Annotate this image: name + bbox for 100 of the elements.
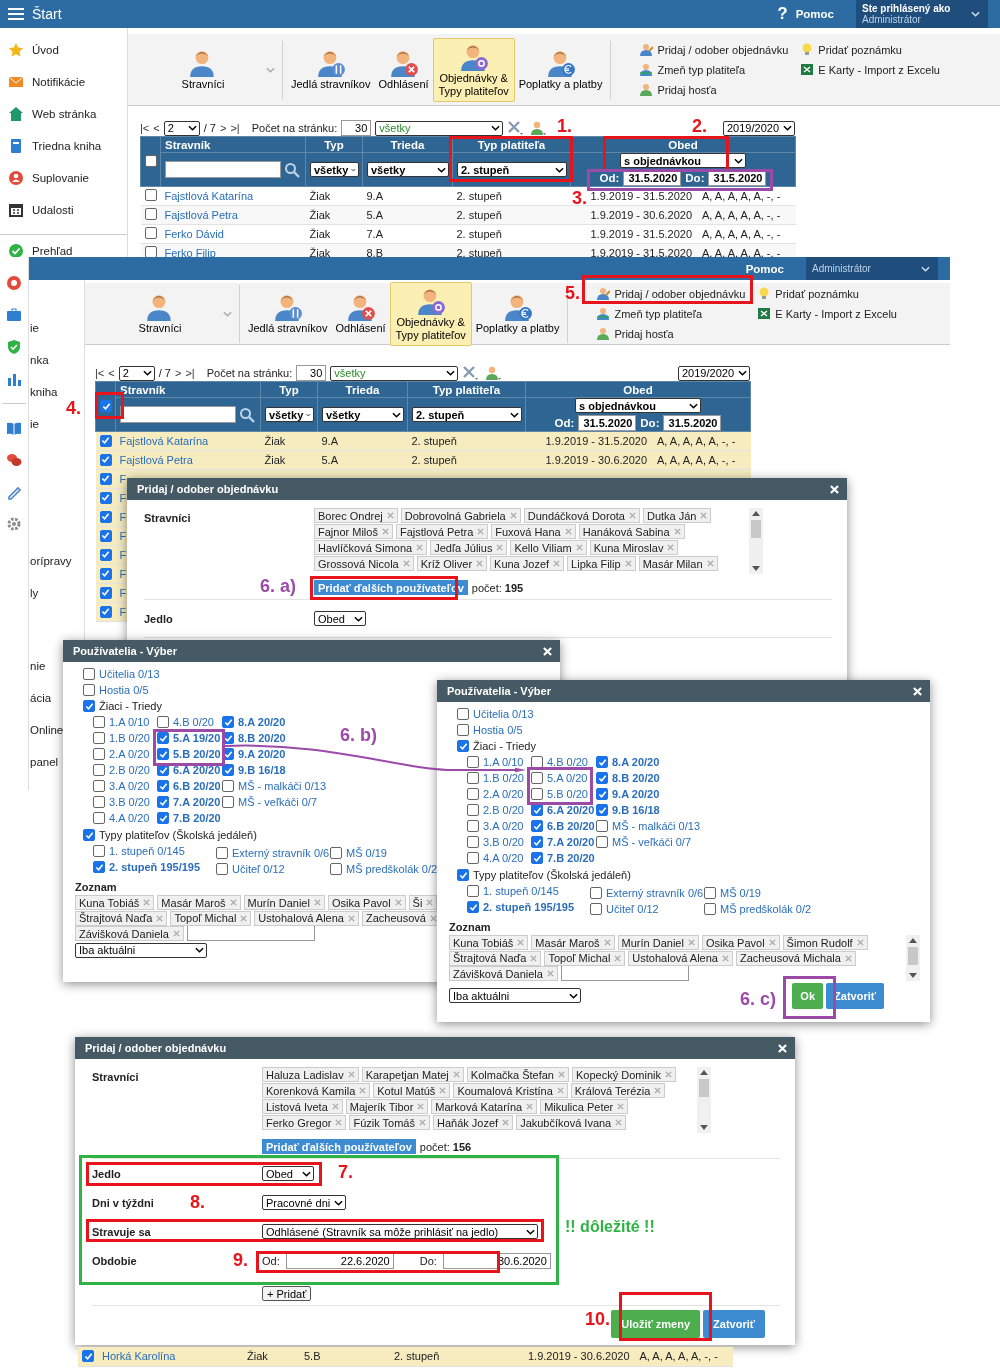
checkbox[interactable]	[531, 852, 543, 864]
first-page-link[interactable]: |<	[140, 122, 150, 134]
checkbox[interactable]	[144, 227, 157, 239]
action-link[interactable]: E Karty - Import z Excelu	[757, 305, 897, 322]
toolbar-button[interactable]: Objednávky & Typy platiteľov	[389, 281, 472, 346]
checkbox[interactable]	[704, 903, 716, 915]
user-tag[interactable]: Karapetjan Matej	[361, 1067, 464, 1082]
input-field[interactable]	[186, 926, 315, 942]
user-tag[interactable]: Haňák Jozef	[432, 1115, 514, 1130]
toolbar-button[interactable]: Stravníci	[140, 44, 266, 95]
bar-chart-icon[interactable]	[6, 371, 22, 387]
previous-page-link[interactable]: <	[108, 367, 115, 379]
checkbox[interactable]	[93, 780, 105, 792]
checkbox[interactable]	[596, 788, 608, 800]
person-icon[interactable]	[484, 365, 503, 381]
checkbox[interactable]	[596, 772, 608, 784]
checkbox[interactable]	[457, 869, 469, 881]
name-link[interactable]: F	[119, 473, 127, 485]
sidebar-item[interactable]: Úvod	[0, 34, 127, 66]
checkbox[interactable]	[467, 756, 479, 768]
close-icon[interactable]	[913, 686, 922, 696]
date-field[interactable]: 31.5.2020	[663, 415, 722, 431]
user-tag[interactable]: Jakubčíková Ivana	[516, 1115, 627, 1130]
checkbox[interactable]	[467, 901, 479, 913]
user-tag[interactable]: Zacheusová Michala	[735, 950, 856, 966]
checkbox[interactable]	[467, 852, 479, 864]
up-arrow-icon[interactable]	[752, 511, 760, 516]
action-link[interactable]: Pridaj hosťa	[639, 81, 789, 98]
user-tag[interactable]: Kuna Tobiáš	[449, 935, 529, 951]
user-tag[interactable]: Kuna Tobiáš	[75, 895, 155, 911]
dropdown[interactable]: všetky	[265, 407, 314, 422]
checkbox[interactable]	[99, 548, 112, 561]
user-tag[interactable]: Korenková Kamila	[262, 1083, 371, 1098]
checkbox[interactable]	[216, 863, 228, 875]
checkbox[interactable]	[83, 684, 95, 696]
search-field[interactable]	[165, 161, 281, 178]
checkbox[interactable]	[467, 788, 479, 800]
user-tag[interactable]: Ustohalová Alena	[628, 950, 733, 966]
toolbar-button[interactable]: Poplatky a platby	[471, 288, 564, 339]
checkbox[interactable]	[531, 820, 543, 832]
action-link[interactable]: Pridaj / odober objednávku	[596, 285, 746, 302]
checkbox[interactable]	[145, 154, 157, 167]
user-tag[interactable]: Koumalová Kristína	[453, 1083, 568, 1098]
action-link[interactable]: E Karty - Import z Excelu	[800, 61, 940, 78]
add-period-button[interactable]: + Pridať	[262, 1286, 312, 1301]
close-icon[interactable]	[778, 1043, 787, 1053]
checkbox[interactable]	[144, 208, 157, 220]
first-page-link[interactable]: |<	[95, 367, 105, 379]
checkbox[interactable]	[99, 605, 112, 618]
scrollbar[interactable]	[749, 508, 763, 574]
user-tag[interactable]: Marková Katarína	[431, 1099, 538, 1114]
checkbox[interactable]	[222, 796, 234, 808]
toolbar-button[interactable]: Jedlá stravníkov	[244, 288, 332, 339]
filter-dropdown[interactable]: Iba aktuálni	[75, 942, 207, 958]
name-link[interactable]: F	[119, 549, 127, 561]
checkbox[interactable]	[457, 740, 469, 752]
action-link[interactable]: Zmeň typ platiteľa	[596, 305, 746, 322]
user-tag[interactable]: Králová Terézia	[570, 1083, 666, 1098]
checkbox[interactable]	[467, 836, 479, 848]
menu-icon[interactable]	[8, 7, 24, 21]
last-page-link[interactable]: >|	[230, 122, 240, 134]
checkbox[interactable]	[93, 732, 105, 744]
checkbox[interactable]	[216, 847, 228, 859]
sidebar-item[interactable]: nka	[28, 353, 49, 367]
sidebar-item[interactable]: Notifikácie	[0, 66, 127, 98]
checkbox[interactable]	[330, 847, 342, 859]
date-field[interactable]: 31.5.2020	[578, 415, 637, 431]
dropdown[interactable]: všetky	[322, 407, 404, 422]
user-tag[interactable]: Dobrovolná Gabriela	[400, 508, 521, 523]
pen-icon[interactable]	[6, 484, 22, 500]
user-tag[interactable]: Kopecký Dominik	[572, 1067, 676, 1082]
sidebar-item[interactable]: nie	[28, 659, 46, 673]
checkbox[interactable]	[83, 829, 95, 841]
user-tag[interactable]: Kuna Jozef	[490, 556, 565, 571]
toolbar-button[interactable]: Objednávky & Typy platiteľov	[432, 37, 515, 102]
checkbox[interactable]	[531, 756, 543, 768]
checkbox[interactable]	[157, 748, 169, 760]
name-link[interactable]: Ferko Dávid	[164, 228, 224, 240]
user-tag[interactable]: Masár Maroš	[531, 935, 615, 951]
checkbox[interactable]	[222, 764, 234, 776]
checkbox[interactable]	[93, 861, 105, 873]
close-icon[interactable]	[830, 484, 839, 494]
action-link[interactable]: Zmeň typ platiteľa	[639, 61, 789, 78]
action-link[interactable]: Pridať poznámku	[757, 285, 897, 302]
sidebar-item[interactable]: Online	[28, 723, 64, 737]
help-icon[interactable]: ?	[777, 4, 788, 24]
toolbar-button[interactable]: Jedlá stravníkov	[287, 44, 375, 95]
dropdown[interactable]: s objednávkou	[620, 153, 746, 168]
help-link[interactable]: Pomoc	[745, 262, 784, 275]
help-link[interactable]: Pomoc	[795, 8, 834, 20]
filter-dropdown[interactable]: všetky	[330, 365, 459, 381]
checkbox[interactable]	[144, 246, 157, 258]
shield-icon[interactable]	[6, 339, 22, 355]
filter-dropdown[interactable]: všetky	[375, 120, 504, 136]
close-button[interactable]: Zatvoriť	[703, 1310, 765, 1338]
name-link[interactable]: F	[119, 606, 127, 618]
checkbox[interactable]	[596, 804, 608, 816]
sidebar-item[interactable]: ie	[28, 417, 39, 431]
sidebar-item[interactable]: Udalosti	[0, 194, 127, 226]
sidebar-item[interactable]: Triedna kniha	[0, 130, 127, 162]
